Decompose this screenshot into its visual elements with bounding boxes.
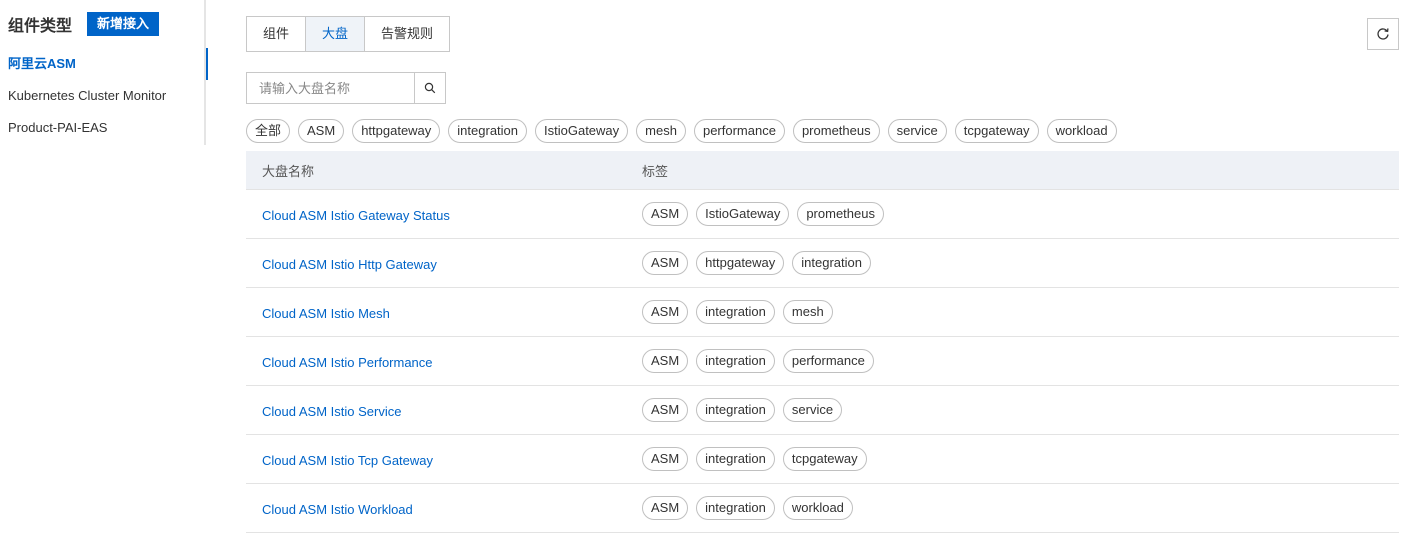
- dashboard-link[interactable]: Cloud ASM Istio Gateway Status: [262, 208, 450, 223]
- tag-badge: ASM: [642, 202, 689, 226]
- sidebar-item-aliyun-asm[interactable]: 阿里云ASM: [0, 48, 208, 80]
- row-tags: ASM integration tcpgateway: [642, 447, 1399, 471]
- table-row: Cloud ASM Istio Http Gateway ASM httpgat…: [246, 239, 1399, 288]
- tag-badge: ASM: [642, 251, 689, 275]
- view-tabs: 组件 大盘 告警规则: [246, 16, 451, 52]
- tag-badge: integration: [696, 300, 775, 324]
- tag-badge: workload: [782, 496, 853, 520]
- tab-alert-rules[interactable]: 告警规则: [365, 17, 450, 51]
- tag-badge: ASM: [642, 398, 689, 422]
- filter-chip-workload[interactable]: workload: [1046, 119, 1117, 143]
- tag-badge: integration: [792, 251, 871, 275]
- tag-filter-bar: 全部 ASM httpgateway integration IstioGate…: [246, 119, 1125, 143]
- tag-badge: ASM: [642, 496, 689, 520]
- tab-dashboards[interactable]: 大盘: [306, 17, 366, 51]
- row-tags: ASM httpgateway integration: [642, 251, 1399, 275]
- sidebar-item-label: Kubernetes Cluster Monitor: [8, 88, 167, 103]
- tag-badge: httpgateway: [696, 251, 785, 275]
- row-tags: ASM integration performance: [642, 349, 1399, 373]
- sidebar-header: 组件类型 新增接入: [8, 12, 160, 36]
- dashboard-name-search-input[interactable]: [246, 72, 415, 104]
- filter-chip-performance[interactable]: performance: [693, 119, 785, 143]
- tag-badge: service: [782, 398, 843, 422]
- table-row: Cloud ASM Istio Tcp Gateway ASM integrat…: [246, 435, 1399, 484]
- dashboard-search: [246, 72, 446, 104]
- component-type-list: 阿里云ASM Kubernetes Cluster Monitor Produc…: [0, 48, 208, 144]
- dashboard-table: 大盘名称 标签 Cloud ASM Istio Gateway Status A…: [246, 151, 1399, 533]
- dashboard-link[interactable]: Cloud ASM Istio Performance: [262, 355, 433, 370]
- filter-chip-mesh[interactable]: mesh: [636, 119, 686, 143]
- tag-badge: integration: [696, 398, 775, 422]
- sidebar-item-label: Product-PAI-EAS: [8, 120, 108, 135]
- tag-badge: ASM: [642, 300, 689, 324]
- refresh-icon: [1377, 28, 1389, 40]
- table-header: 大盘名称 标签: [246, 151, 1399, 190]
- sidebar-item-kubernetes-cluster-monitor[interactable]: Kubernetes Cluster Monitor: [0, 80, 206, 112]
- filter-chip-service[interactable]: service: [887, 119, 947, 143]
- component-type-sidebar: 组件类型 新增接入 阿里云ASM Kubernetes Cluster Moni…: [0, 0, 208, 145]
- filter-chip-tcpgateway[interactable]: tcpgateway: [954, 119, 1039, 143]
- filter-chip-asm[interactable]: ASM: [298, 119, 345, 143]
- filter-chip-integration[interactable]: integration: [448, 119, 528, 143]
- tag-badge: ASM: [642, 447, 689, 471]
- table-row: Cloud ASM Istio Workload ASM integration…: [246, 484, 1399, 533]
- tag-badge: tcpgateway: [782, 447, 867, 471]
- filter-chip-istiogateway[interactable]: IstioGateway: [535, 119, 629, 143]
- sidebar-item-label: 阿里云ASM: [8, 56, 76, 71]
- search-button[interactable]: [415, 72, 446, 104]
- sidebar-title: 组件类型: [8, 18, 73, 35]
- dashboard-link[interactable]: Cloud ASM Istio Service: [262, 404, 401, 419]
- sidebar-item-product-pai-eas[interactable]: Product-PAI-EAS: [0, 112, 206, 144]
- row-tags: ASM integration service: [642, 398, 1399, 422]
- add-integration-button[interactable]: 新增接入: [87, 12, 160, 36]
- tag-badge: ASM: [642, 349, 689, 373]
- refresh-button[interactable]: [1367, 18, 1399, 50]
- column-header-dashboard-name: 大盘名称: [262, 163, 315, 179]
- dashboard-link[interactable]: Cloud ASM Istio Tcp Gateway: [262, 453, 433, 468]
- table-row: Cloud ASM Istio Gateway Status ASM Istio…: [246, 190, 1399, 239]
- column-header-tags: 标签: [642, 163, 669, 179]
- tag-badge: performance: [782, 349, 874, 373]
- tag-badge: IstioGateway: [696, 202, 790, 226]
- table-row: Cloud ASM Istio Service ASM integration …: [246, 386, 1399, 435]
- row-tags: ASM integration mesh: [642, 300, 1399, 324]
- tag-badge: mesh: [782, 300, 833, 324]
- filter-chip-all[interactable]: 全部: [246, 119, 291, 143]
- tag-badge: integration: [696, 496, 775, 520]
- dashboard-link[interactable]: Cloud ASM Istio Workload: [262, 502, 413, 517]
- dashboard-link[interactable]: Cloud ASM Istio Mesh: [262, 306, 390, 321]
- tag-badge: integration: [696, 349, 775, 373]
- filter-chip-httpgateway[interactable]: httpgateway: [352, 119, 441, 143]
- table-row: Cloud ASM Istio Mesh ASM integration mes…: [246, 288, 1399, 337]
- filter-chip-prometheus[interactable]: prometheus: [792, 119, 880, 143]
- row-tags: ASM integration workload: [642, 496, 1399, 520]
- tab-components[interactable]: 组件: [247, 17, 307, 51]
- tag-badge: prometheus: [797, 202, 884, 226]
- row-tags: ASM IstioGateway prometheus: [642, 202, 1399, 226]
- search-icon: [424, 82, 436, 94]
- dashboard-link[interactable]: Cloud ASM Istio Http Gateway: [262, 257, 437, 272]
- table-row: Cloud ASM Istio Performance ASM integrat…: [246, 337, 1399, 386]
- tag-badge: integration: [696, 447, 775, 471]
